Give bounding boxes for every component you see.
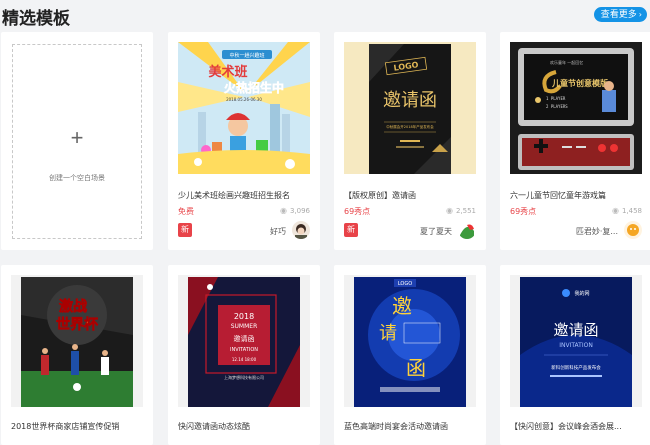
- poster-headline: 邀请函: [553, 321, 598, 339]
- poster-place: 上海梦想科技有限公司: [224, 374, 264, 380]
- poster-char3: 函: [406, 356, 426, 380]
- template-card[interactable]: LOGO 邀 请 函 蓝色高端时尚宴会活动邀请函: [334, 265, 486, 445]
- template-card[interactable]: 欢乐童年 一起回忆 儿童节创意模版 1 PLAYER 2 PLAYERS 六一儿…: [500, 32, 650, 250]
- template-card[interactable]: 2018 SUMMER 邀请函 INVITATION 12.14 18:00 上…: [168, 265, 320, 445]
- poster-word: 邀请函: [234, 334, 255, 343]
- template-thumbnail[interactable]: 中秋一趟兴趣班 美术班 火热招生中 2018.05.26-06.30: [178, 42, 310, 174]
- poster-en: INVITATION: [559, 342, 593, 349]
- template-title[interactable]: 六一儿童节回忆童年游戏篇: [510, 190, 646, 201]
- poster-sub: 新科创新科技产品发布会: [551, 364, 601, 371]
- author-avatar[interactable]: [292, 221, 310, 239]
- author-name[interactable]: 匹君妙·复...: [576, 226, 618, 237]
- template-title[interactable]: 快闪邀请函动态炫酷: [178, 421, 314, 432]
- author-avatar[interactable]: [458, 221, 476, 239]
- template-thumbnail[interactable]: 2018 SUMMER 邀请函 INVITATION 12.14 18:00 上…: [178, 275, 310, 407]
- eye-icon: ◉: [279, 206, 287, 215]
- create-blank-scene-card[interactable]: + 创建一个空白场景: [1, 32, 153, 250]
- template-card[interactable]: 我的网 邀请函 INVITATION 新科创新科技产品发布会 【快闪创意】会议峰…: [500, 265, 650, 445]
- view-more-label: 查看更多: [600, 10, 637, 20]
- poster-headline: 儿童节创意模版: [551, 78, 608, 88]
- poster-headline-a: 美术班: [208, 64, 247, 80]
- poster-option2: 2 PLAYERS: [546, 104, 568, 109]
- template-card[interactable]: 中秋一趟兴趣班 美术班 火热招生中 2018.05.26-06.30 少儿美术班…: [168, 32, 320, 250]
- template-thumbnail[interactable]: 我的网 邀请函 INVITATION 新科创新科技产品发布会: [510, 275, 642, 407]
- view-count: ◉ 2,551: [445, 206, 476, 215]
- template-thumbnail[interactable]: 激战 世界杯: [11, 275, 143, 407]
- template-card[interactable]: LOGO 邀请函 中秋展会开2018年产品发布会 【版权原创】邀请函 69秀点 …: [334, 32, 486, 250]
- page-title: 精选模板: [2, 9, 70, 29]
- template-title[interactable]: 【快闪创意】会议峰会酒会展...: [510, 421, 646, 432]
- new-badge: 新: [344, 223, 358, 237]
- template-title[interactable]: 2018世界杯商家店铺宣传促销: [11, 421, 147, 432]
- poster-brand: 我的网: [574, 290, 589, 297]
- poster-date: 12.14 18:00: [232, 357, 257, 362]
- poster-season: SUMMER: [231, 323, 258, 330]
- poster-char2: 请: [379, 323, 397, 344]
- svg-text:欢乐童年 一起回忆: 欢乐童年 一起回忆: [550, 59, 583, 65]
- template-title[interactable]: 蓝色高端时尚宴会活动邀请函: [344, 421, 480, 432]
- poster-date: 2018.05.26-06.30: [226, 97, 262, 102]
- author-avatar[interactable]: [624, 221, 642, 239]
- poster-sub: 中秋展会开2018年产品发布会: [386, 124, 434, 129]
- view-count: ◉ 3,096: [279, 206, 310, 215]
- plus-icon: +: [70, 125, 84, 150]
- new-badge: 新: [178, 223, 192, 237]
- poster-headline: 邀请函: [383, 90, 437, 111]
- author-name[interactable]: 好巧: [270, 226, 286, 237]
- template-price: 69秀点: [510, 207, 537, 216]
- poster-headline-b: 世界杯: [56, 316, 99, 333]
- poster-option1: 1 PLAYER: [546, 96, 566, 101]
- poster-headline-b: 火热招生中: [224, 80, 284, 95]
- chevron-right-icon: ›: [638, 10, 642, 19]
- eye-icon: ◉: [611, 206, 619, 215]
- view-more-button[interactable]: 查看更多 ›: [593, 7, 647, 22]
- section-header: 精选模板 查看更多 ›: [0, 0, 650, 32]
- poster-char1: 邀: [392, 294, 412, 318]
- poster-banner-text: 中秋一趟兴趣班: [229, 52, 264, 59]
- template-title[interactable]: 少儿美术班绘画兴趣班招生报名: [178, 190, 314, 201]
- poster-year: 2018: [234, 312, 254, 321]
- template-card[interactable]: 激战 世界杯 2018世界杯商家店铺宣传促销: [1, 265, 153, 445]
- template-thumbnail[interactable]: 欢乐童年 一起回忆 儿童节创意模版 1 PLAYER 2 PLAYERS: [510, 42, 642, 174]
- blank-scene-dropzone[interactable]: + 创建一个空白场景: [12, 44, 142, 239]
- poster-logo-text: LOGO: [398, 281, 412, 287]
- template-price: 69秀点: [344, 207, 371, 216]
- template-thumbnail[interactable]: LOGO 邀 请 函: [344, 275, 476, 407]
- template-title[interactable]: 【版权原创】邀请函: [344, 190, 480, 201]
- blank-scene-label: 创建一个空白场景: [49, 174, 105, 182]
- poster-en: INVITATION: [230, 347, 258, 353]
- template-thumbnail[interactable]: LOGO 邀请函 中秋展会开2018年产品发布会: [344, 42, 476, 174]
- author-name[interactable]: 夏了夏天: [420, 226, 452, 237]
- template-price: 免费: [178, 207, 194, 216]
- eye-icon: ◉: [445, 206, 453, 215]
- poster-headline-a: 激战: [59, 298, 87, 315]
- view-count: ◉ 1,458: [611, 206, 642, 215]
